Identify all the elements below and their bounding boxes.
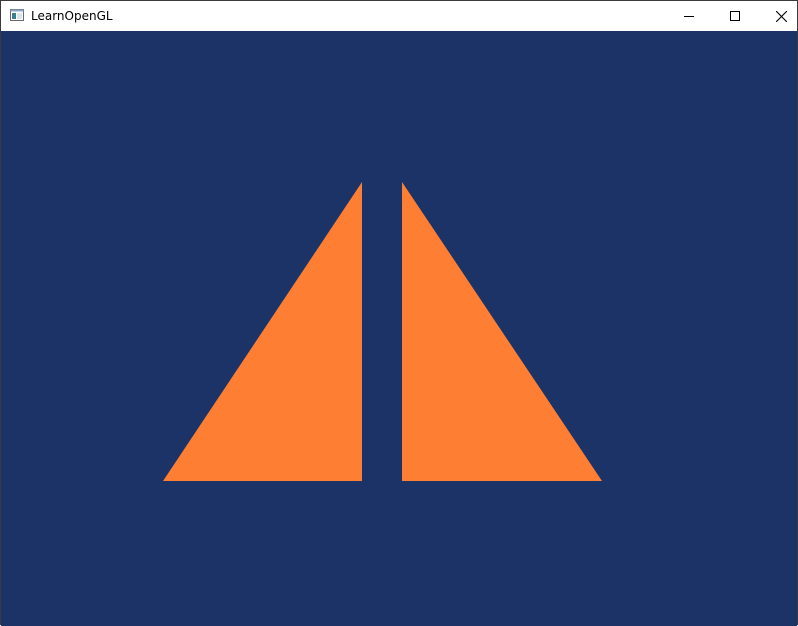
app-window: LearnOpenGL xyxy=(0,0,798,626)
minimize-icon xyxy=(684,16,694,17)
maximize-icon xyxy=(730,11,740,21)
opengl-viewport[interactable] xyxy=(1,31,797,626)
close-icon xyxy=(775,10,787,22)
title-bar[interactable]: LearnOpenGL xyxy=(1,1,797,31)
app-icon xyxy=(10,9,24,21)
maximize-button[interactable] xyxy=(712,1,758,31)
window-title: LearnOpenGL xyxy=(31,9,113,23)
close-button[interactable] xyxy=(758,1,798,31)
minimize-button[interactable] xyxy=(666,1,712,31)
clear-color-background xyxy=(1,31,797,626)
